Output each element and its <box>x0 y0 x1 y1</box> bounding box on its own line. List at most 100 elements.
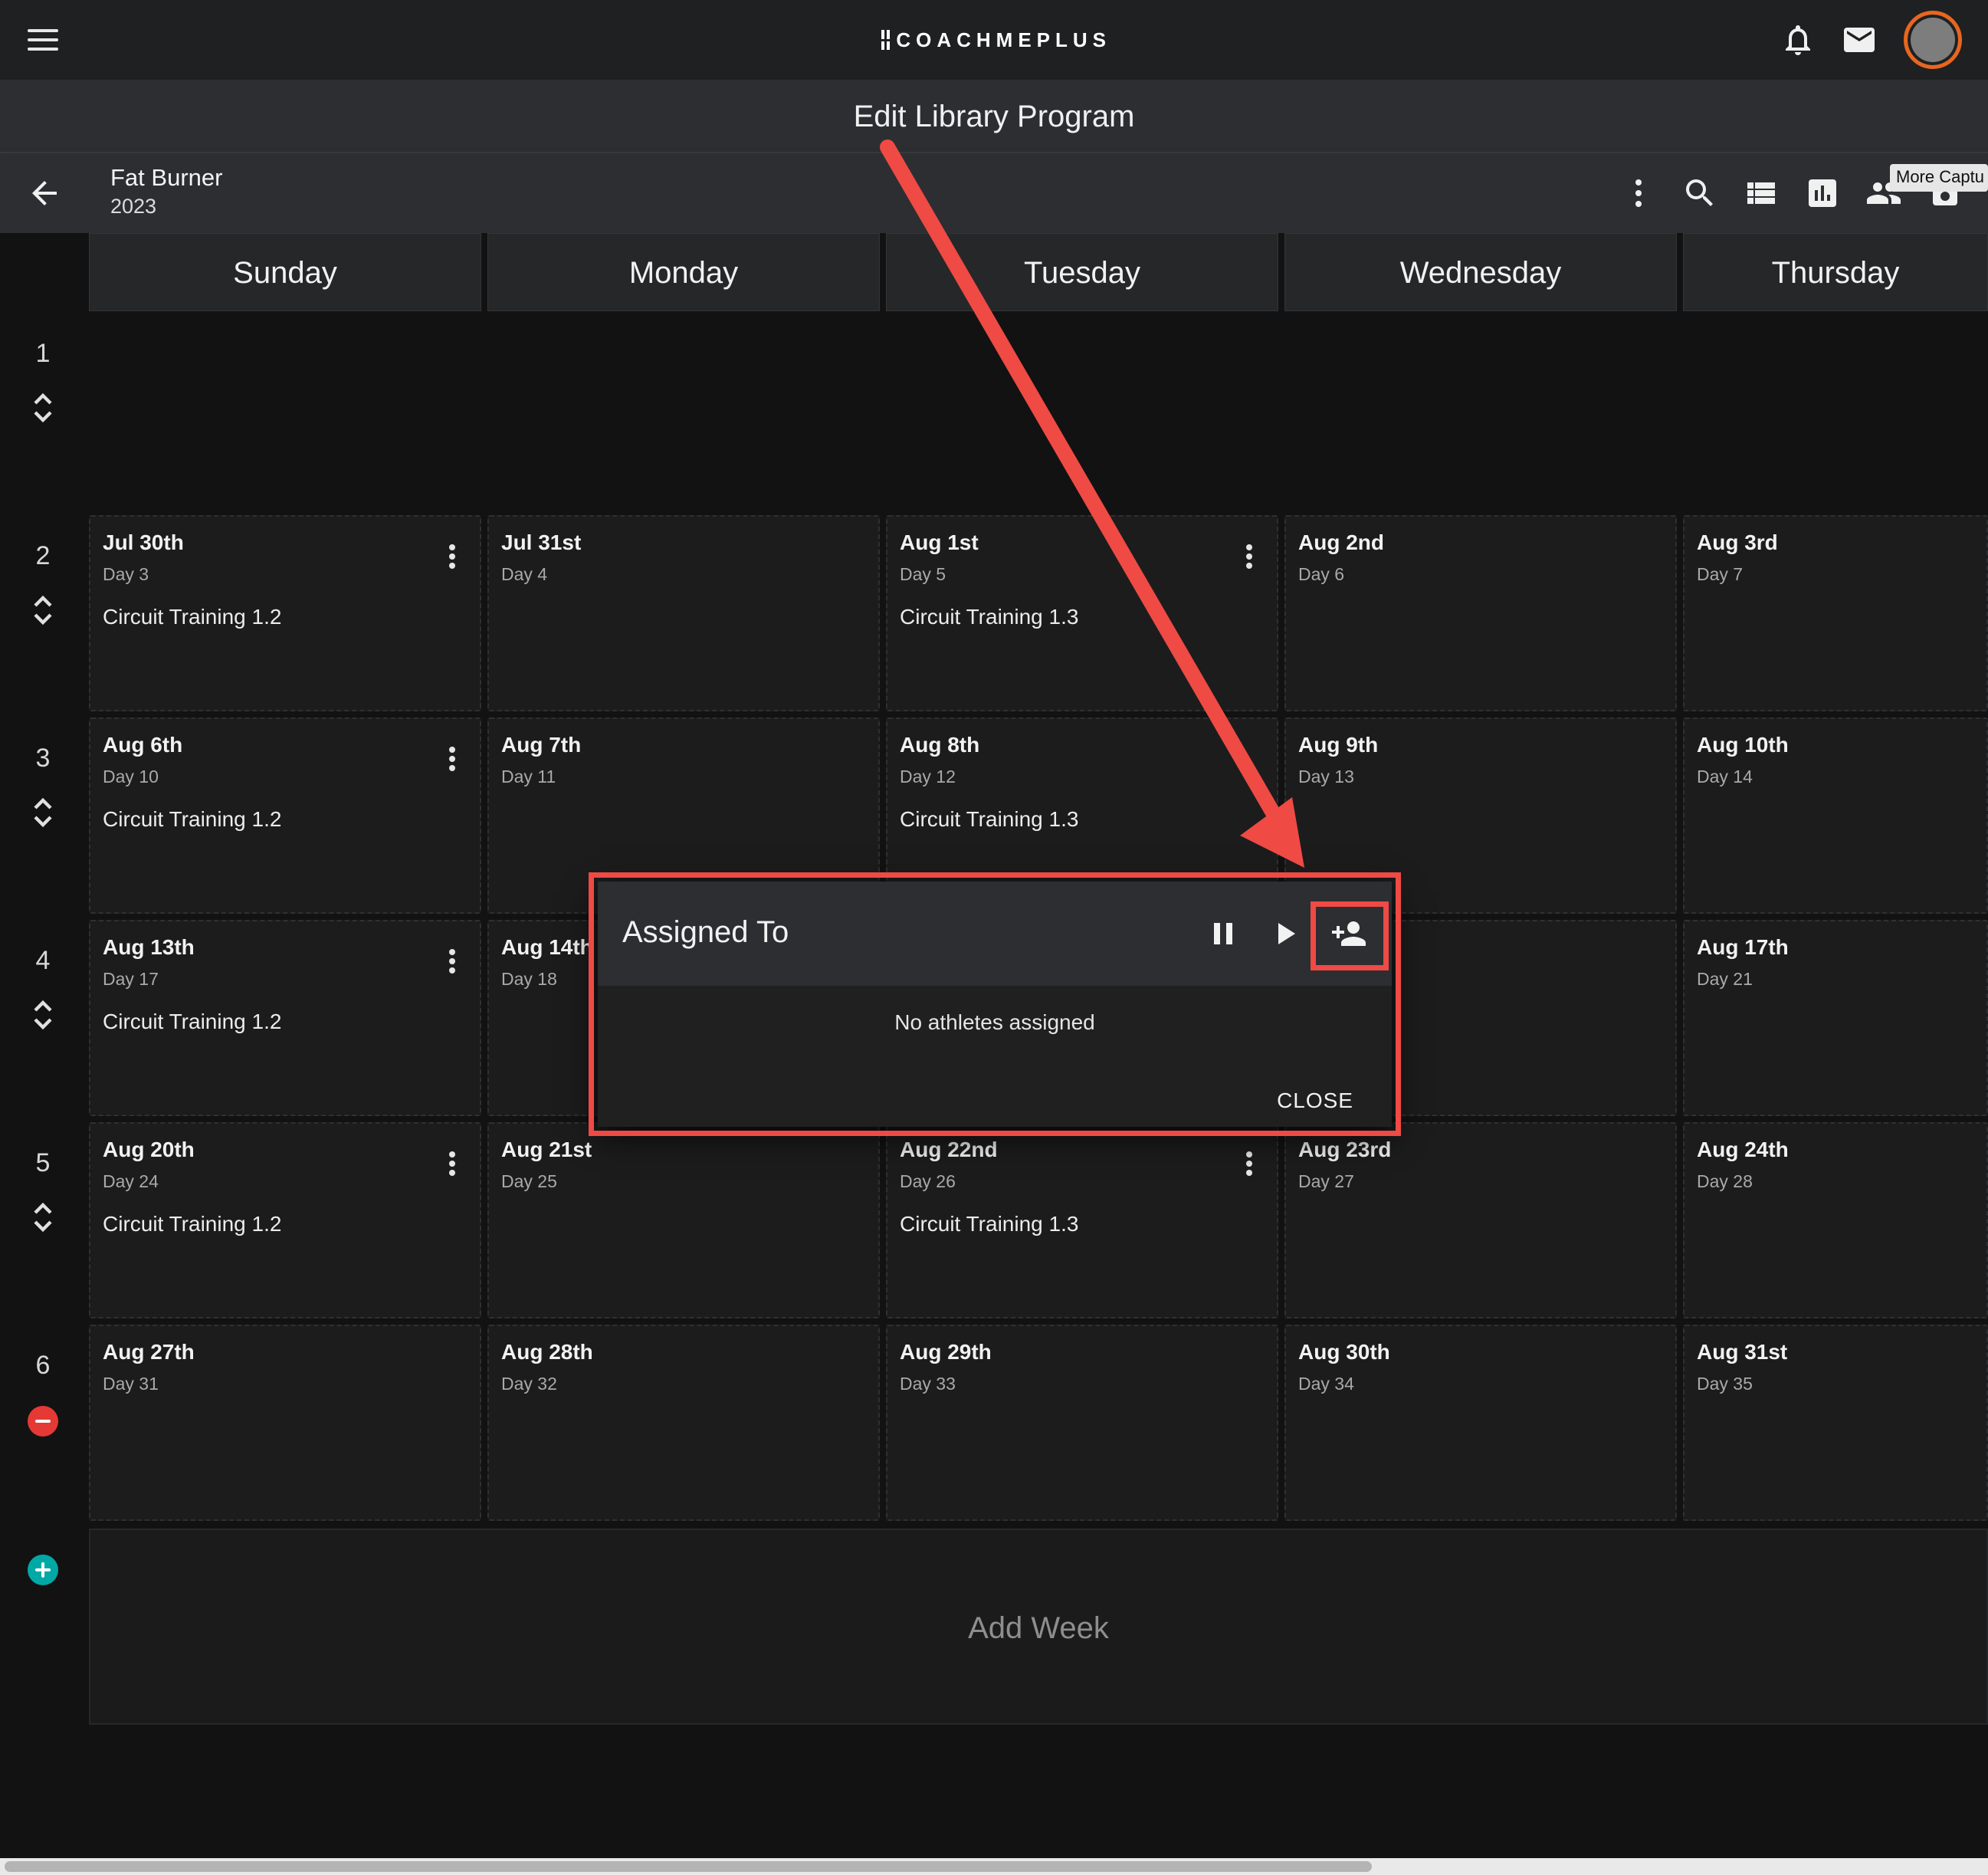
day-cell[interactable]: Jul 30th Day 3 Circuit Training 1.2 <box>89 515 481 711</box>
cell-workout[interactable]: Circuit Training 1.3 <box>900 605 1265 629</box>
cell-date: Aug 23rd <box>1298 1138 1392 1161</box>
page-title: Edit Library Program <box>853 100 1135 133</box>
cell-date: Aug 2nd <box>1298 530 1384 554</box>
cell-day: Day 34 <box>1298 1374 1354 1394</box>
day-cell[interactable]: Aug 1st Day 5 Circuit Training 1.3 <box>886 515 1278 711</box>
cell-day: Day 6 <box>1298 564 1345 584</box>
cell-day: Day 14 <box>1697 767 1753 786</box>
cell-date: Jul 31st <box>501 530 582 554</box>
cell-day: Day 33 <box>900 1374 956 1394</box>
cell-workout[interactable]: Circuit Training 1.2 <box>103 605 467 629</box>
add-week-plus-button[interactable] <box>28 1555 58 1585</box>
program-name: Fat Burner <box>110 164 223 191</box>
bar-chart-icon[interactable] <box>1804 175 1841 212</box>
cell-date: Aug 13th <box>103 935 195 959</box>
reorder-week-icon[interactable] <box>29 392 57 423</box>
day-cell[interactable]: Aug 21st Day 25 <box>487 1122 880 1318</box>
day-header-tuesday: Tuesday <box>886 233 1278 311</box>
cell-workout[interactable]: Circuit Training 1.2 <box>103 807 467 832</box>
mail-icon[interactable] <box>1841 21 1878 58</box>
day-cell[interactable]: Aug 10th Day 14 <box>1683 717 1988 914</box>
search-icon[interactable] <box>1681 175 1718 212</box>
week-number: 1 <box>35 339 51 368</box>
cell-date: Aug 17th <box>1697 935 1789 959</box>
day-cell[interactable]: Aug 23rd Day 27 <box>1284 1122 1677 1318</box>
cell-day: Day 5 <box>900 564 946 584</box>
reorder-week-icon[interactable] <box>29 1000 57 1030</box>
cell-more-icon[interactable] <box>1245 1151 1254 1179</box>
cell-day: Day 7 <box>1697 564 1744 584</box>
back-arrow-icon[interactable] <box>26 175 63 212</box>
cell-day: Day 31 <box>103 1374 159 1394</box>
week-number: 4 <box>35 946 51 975</box>
add-week-button[interactable]: Add Week <box>89 1529 1988 1725</box>
cell-more-icon[interactable] <box>448 747 457 774</box>
cell-more-icon[interactable] <box>448 1151 457 1179</box>
day-cell[interactable]: Aug 20th Day 24 Circuit Training 1.2 <box>89 1122 481 1318</box>
day-cell[interactable]: Aug 31st Day 35 <box>1683 1325 1988 1521</box>
more-vert-icon[interactable] <box>1620 175 1657 212</box>
day-header-thursday: Thursday <box>1683 233 1988 311</box>
cell-workout[interactable]: Circuit Training 1.2 <box>103 1212 467 1236</box>
cell-more-icon[interactable] <box>1245 544 1254 572</box>
cell-date: Aug 28th <box>501 1340 593 1364</box>
add-athlete-highlight-box <box>1311 901 1389 970</box>
reorder-week-icon[interactable] <box>29 595 57 626</box>
cell-date: Aug 9th <box>1298 733 1379 757</box>
reorder-week-icon[interactable] <box>29 797 57 828</box>
top-app-bar: COACHMEPLUS <box>0 0 1988 80</box>
cell-day: Day 4 <box>501 564 548 584</box>
cell-date: Aug 24th <box>1697 1138 1789 1161</box>
cell-day: Day 3 <box>103 564 149 584</box>
hamburger-menu-icon[interactable] <box>28 29 58 51</box>
list-view-icon[interactable] <box>1743 175 1780 212</box>
week-number: 3 <box>35 744 51 773</box>
cell-date: Aug 20th <box>103 1138 195 1161</box>
horizontal-scrollbar[interactable] <box>0 1858 1988 1875</box>
cell-date: Aug 30th <box>1298 1340 1390 1364</box>
cell-date: Aug 6th <box>103 733 183 757</box>
day-cell[interactable]: Aug 2nd Day 6 <box>1284 515 1677 711</box>
cell-more-icon[interactable] <box>448 949 457 977</box>
cell-more-icon[interactable] <box>448 544 457 572</box>
remove-week-button[interactable] <box>28 1406 58 1437</box>
cell-day: Day 24 <box>103 1171 159 1191</box>
cell-workout[interactable]: Circuit Training 1.3 <box>900 807 1265 832</box>
day-cell[interactable]: Aug 30th Day 34 <box>1284 1325 1677 1521</box>
cell-date: Aug 3rd <box>1697 530 1778 554</box>
cell-day: Day 28 <box>1697 1171 1753 1191</box>
bell-icon[interactable] <box>1780 21 1816 58</box>
cell-workout[interactable]: Circuit Training 1.3 <box>900 1212 1265 1236</box>
cell-day: Day 32 <box>501 1374 557 1394</box>
cell-day: Day 12 <box>900 767 956 786</box>
day-cell[interactable]: Aug 29th Day 33 <box>886 1325 1278 1521</box>
cell-date: Aug 10th <box>1697 733 1789 757</box>
cell-date: Aug 1st <box>900 530 979 554</box>
cell-workout[interactable]: Circuit Training 1.2 <box>103 1010 467 1034</box>
user-avatar[interactable] <box>1904 11 1962 69</box>
cell-day: Day 21 <box>1697 969 1753 989</box>
logo-mark-icon <box>881 30 891 50</box>
reorder-week-icon[interactable] <box>29 1202 57 1233</box>
day-cell[interactable]: Aug 22nd Day 26 Circuit Training 1.3 <box>886 1122 1278 1318</box>
cell-date: Aug 8th <box>900 733 980 757</box>
cell-day: Day 13 <box>1298 767 1354 786</box>
day-cell[interactable]: Aug 17th Day 21 <box>1683 920 1988 1116</box>
day-header-monday: Monday <box>487 233 880 311</box>
day-cell[interactable]: Aug 28th Day 32 <box>487 1325 880 1521</box>
cell-day: Day 27 <box>1298 1171 1354 1191</box>
day-cell[interactable]: Aug 27th Day 31 <box>89 1325 481 1521</box>
scrollbar-thumb[interactable] <box>5 1861 1372 1872</box>
day-cell[interactable]: Aug 6th Day 10 Circuit Training 1.2 <box>89 717 481 914</box>
day-cell[interactable]: Jul 31st Day 4 <box>487 515 880 711</box>
cell-day: Day 10 <box>103 767 159 786</box>
day-header-wednesday: Wednesday <box>1284 233 1677 311</box>
day-cell[interactable]: Aug 24th Day 28 <box>1683 1122 1988 1318</box>
cell-day: Day 26 <box>900 1171 956 1191</box>
app-logo[interactable]: COACHMEPLUS <box>881 28 1111 52</box>
day-cell[interactable]: Aug 13th Day 17 Circuit Training 1.2 <box>89 920 481 1116</box>
logo-text: COACHMEPLUS <box>896 28 1111 51</box>
week-number: 6 <box>35 1351 51 1380</box>
day-cell[interactable]: Aug 3rd Day 7 <box>1683 515 1988 711</box>
program-year: 2023 <box>110 195 157 218</box>
